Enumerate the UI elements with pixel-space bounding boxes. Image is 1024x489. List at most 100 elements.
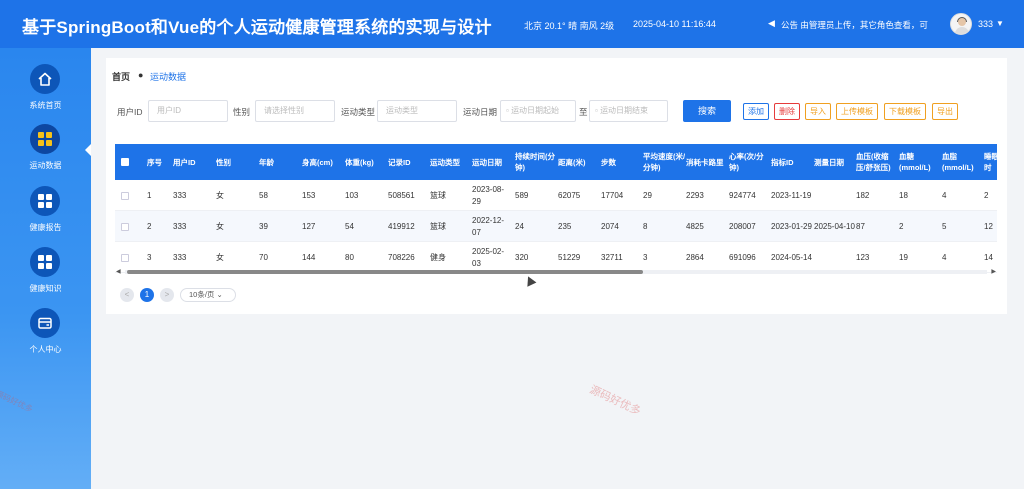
scrollbar-thumb[interactable]: [127, 270, 643, 274]
chevron-down-icon: ⌄: [216, 290, 223, 299]
chevron-down-icon[interactable]: ▼: [996, 19, 1004, 28]
datetime: 2025-04-10 11:16:44: [633, 19, 716, 29]
table-cell: 2023-01-29: [771, 221, 812, 231]
breadcrumb-current[interactable]: 运动数据: [150, 70, 186, 83]
upload-template-button[interactable]: 上传模板: [836, 103, 878, 120]
table-cell: 2293: [686, 190, 704, 200]
table-row[interactable]: 2 333 女 39 127 54 419912 篮球 2022-12-07 2…: [115, 211, 997, 242]
date-start-input[interactable]: ▫ 运动日期起始: [500, 100, 576, 122]
column-header[interactable]: 血脂(mmol/L): [942, 144, 984, 180]
column-header[interactable]: 用户ID: [173, 144, 213, 180]
sidebar-item-personal-center[interactable]: 个人中心: [0, 308, 91, 368]
prev-page-button[interactable]: <: [120, 288, 134, 302]
column-header[interactable]: 运动类型: [430, 144, 470, 180]
table-cell: 39: [259, 221, 268, 231]
sidebar-item-health-report[interactable]: 健康报告: [0, 186, 91, 246]
column-header[interactable]: 距离(米): [558, 144, 600, 180]
add-button[interactable]: 添加: [743, 103, 769, 120]
active-indicator: [85, 144, 91, 156]
speaker-icon: ◀: [768, 18, 775, 28]
table-cell: 篮球: [430, 190, 446, 200]
download-template-button[interactable]: 下载模板: [884, 103, 926, 120]
table-cell: 2: [984, 190, 989, 200]
sidebar-item-label: 健康知识: [29, 284, 62, 293]
sidebar-item-label: 系统首页: [29, 101, 62, 110]
table-cell: 2074: [601, 221, 619, 231]
page-number-button[interactable]: 1: [140, 288, 154, 302]
app-title: 基于SpringBoot和Vue的个人运动健康管理系统的实现与设计: [22, 18, 492, 37]
scroll-right-icon[interactable]: ▶: [991, 268, 996, 275]
table-cell: 8: [643, 221, 648, 231]
next-page-button[interactable]: >: [160, 288, 174, 302]
table-cell: 87: [856, 221, 865, 231]
column-header[interactable]: 年龄: [259, 144, 299, 180]
table-cell: 208007: [729, 221, 756, 231]
data-table: 序号 用户ID 性别 年龄 身高(cm) 体重(kg) 记录ID 运动类型 运动…: [115, 144, 997, 274]
sport-date-label: 运动日期: [463, 107, 498, 117]
column-header[interactable]: 指标ID: [771, 144, 813, 180]
grid-icon: [30, 186, 60, 216]
column-header[interactable]: 体重(kg): [345, 144, 387, 180]
table-cell: 2023-08-29: [472, 184, 505, 206]
column-header[interactable]: 平均速度(米/分钟): [643, 144, 687, 180]
table-cell: 333: [173, 190, 187, 200]
table-cell: 508561: [388, 190, 415, 200]
sidebar-item-label: 健康报告: [29, 223, 62, 232]
user-id-input[interactable]: 用户ID: [148, 100, 228, 122]
column-header[interactable]: 测量日期: [814, 144, 856, 180]
table-cell: [814, 180, 856, 211]
column-header[interactable]: 消耗卡路里: [686, 144, 728, 180]
sidebar-item-health-knowledge[interactable]: 健康知识: [0, 247, 91, 307]
watermark: 源码好优多: [587, 383, 643, 418]
row-checkbox[interactable]: [121, 180, 141, 211]
avatar[interactable]: [950, 13, 972, 35]
weather-info: 北京 20.1° 晴 南风 2级: [524, 21, 615, 31]
table-cell: 589: [515, 190, 529, 200]
table-cell: 2: [899, 221, 904, 231]
grid-icon: [30, 124, 60, 154]
breadcrumb-home[interactable]: 首页: [112, 70, 130, 83]
username[interactable]: 333: [978, 19, 993, 29]
column-header[interactable]: 睡眠时: [984, 144, 997, 180]
column-header[interactable]: 步数: [601, 144, 641, 180]
table-cell: 17704: [601, 190, 624, 200]
date-range-separator: 至: [579, 107, 588, 117]
column-header[interactable]: 血糖(mmol/L): [899, 144, 941, 180]
column-header[interactable]: 持续时间(分钟): [515, 144, 557, 180]
gender-select[interactable]: 请选择性别: [255, 100, 335, 122]
export-button[interactable]: 导出: [932, 103, 958, 120]
column-header[interactable]: 心率(次/分钟): [729, 144, 771, 180]
column-header[interactable]: 身高(cm): [302, 144, 344, 180]
sidebar-item-label: 运动数据: [29, 161, 62, 170]
table-row[interactable]: 1 333 女 58 153 103 508561 篮球 2023-08-29 …: [115, 180, 997, 211]
table-cell: 153: [302, 190, 316, 200]
table-cell: 2: [147, 221, 152, 231]
table-cell: 924774: [729, 190, 756, 200]
scroll-left-icon[interactable]: ◀: [116, 268, 121, 275]
column-header[interactable]: 运动日期: [472, 144, 512, 180]
column-header[interactable]: 序号: [147, 144, 171, 180]
column-header[interactable]: 血压(收缩压/舒张压): [856, 144, 898, 180]
table-cell: 女: [216, 190, 224, 200]
sidebar-item-sport-data[interactable]: 运动数据: [0, 124, 91, 184]
select-all-checkbox[interactable]: [121, 144, 141, 180]
gender-label: 性别: [233, 107, 251, 117]
home-icon: [30, 64, 60, 94]
column-header[interactable]: 记录ID: [388, 144, 428, 180]
date-end-input[interactable]: ▫ 运动日期结束: [589, 100, 668, 122]
notice-marquee[interactable]: 公告 由管理员上传，其它角色查看，可: [781, 19, 933, 31]
table-cell: 127: [302, 221, 316, 231]
sidebar-item-home[interactable]: 系统首页: [0, 64, 91, 124]
top-bar: 基于SpringBoot和Vue的个人运动健康管理系统的实现与设计 北京 20.…: [0, 0, 1024, 48]
search-button[interactable]: 搜索: [683, 100, 731, 122]
table-cell: 62075: [558, 190, 581, 200]
page-size-select[interactable]: 10条/页 ⌄: [180, 288, 236, 302]
row-checkbox[interactable]: [121, 211, 141, 242]
grid-icon: [30, 247, 60, 277]
horizontal-scrollbar[interactable]: ◀ ▶: [115, 268, 997, 276]
import-button[interactable]: 导入: [805, 103, 831, 120]
delete-button[interactable]: 删除: [774, 103, 800, 120]
sport-type-input[interactable]: 运动类型: [377, 100, 457, 122]
sidebar-item-label: 个人中心: [29, 345, 62, 354]
column-header[interactable]: 性别: [216, 144, 256, 180]
